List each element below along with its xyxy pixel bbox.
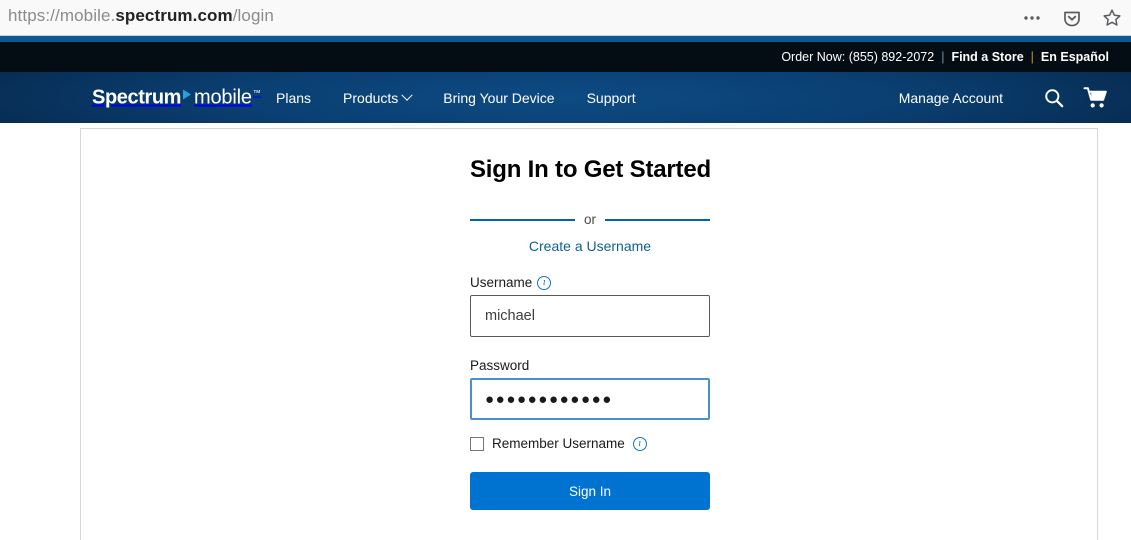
remember-username-checkbox[interactable] xyxy=(470,436,484,451)
browser-toolbar-icons xyxy=(1019,0,1125,36)
en-espanol-link[interactable]: En Español xyxy=(1041,50,1109,64)
password-label-text: Password xyxy=(470,358,530,373)
divider-line-right xyxy=(605,218,711,221)
username-label-text: Username xyxy=(470,275,533,290)
shopping-cart-icon[interactable] xyxy=(1075,72,1117,123)
or-label: or xyxy=(584,212,597,227)
url-path: /login xyxy=(232,6,274,25)
main-navigation-bar: Spectrum mobile ™ Plans Products Bring Y… xyxy=(0,72,1131,123)
signin-form: Sign In to Get Started or Create a Usern… xyxy=(470,129,711,510)
nav-item-plans[interactable]: Plans xyxy=(276,90,311,106)
password-label: Password xyxy=(470,358,710,373)
password-input[interactable] xyxy=(470,378,710,420)
logo-secondary-text: mobile xyxy=(194,86,252,108)
logo-play-arrow-icon xyxy=(183,89,192,99)
remember-username-row[interactable]: Remember Username ı xyxy=(470,436,710,451)
username-info-icon[interactable]: ı xyxy=(537,275,552,290)
bookmark-star-icon[interactable] xyxy=(1099,5,1125,31)
signin-card: Sign In to Get Started or Create a Usern… xyxy=(80,128,1098,540)
find-a-store-link[interactable]: Find a Store xyxy=(951,50,1023,64)
utility-separator-2: | xyxy=(1030,50,1034,64)
more-options-icon[interactable] xyxy=(1019,5,1045,31)
spectrum-mobile-logo[interactable]: Spectrum mobile ™ xyxy=(92,86,261,109)
nav-item-support-label: Support xyxy=(586,89,636,106)
order-now-link[interactable]: Order Now: (855) 892-2072 xyxy=(781,50,934,64)
utility-separator-1: | xyxy=(941,50,945,64)
nav-item-bring-your-device[interactable]: Bring Your Device xyxy=(443,90,554,106)
remember-username-info-icon[interactable]: ı xyxy=(632,436,647,451)
pocket-icon[interactable] xyxy=(1059,5,1085,31)
nav-item-plans-label: Plans xyxy=(276,89,312,106)
browser-url-bar[interactable]: https://mobile.spectrum.com/login xyxy=(0,0,1131,36)
nav-item-bring-your-device-label: Bring Your Device xyxy=(443,89,555,106)
chevron-down-icon xyxy=(401,89,413,101)
url-prefix: https://mobile. xyxy=(8,6,116,25)
nav-item-support[interactable]: Support xyxy=(587,90,636,106)
create-username-link[interactable]: Create a Username xyxy=(470,238,710,254)
url-host: spectrum.com xyxy=(115,6,233,25)
nav-item-products-label: Products xyxy=(343,89,399,106)
nav-right-group: Manage Account xyxy=(899,72,1131,123)
utility-bar: Order Now: (855) 892-2072 | Find a Store… xyxy=(0,42,1131,72)
manage-account-link[interactable]: Manage Account xyxy=(899,90,1003,106)
url-display[interactable]: https://mobile.spectrum.com/login xyxy=(8,6,274,26)
primary-nav-links: Plans Products Bring Your Device Support xyxy=(276,72,636,123)
logo-primary-text: Spectrum xyxy=(92,86,182,108)
search-icon[interactable] xyxy=(1033,72,1075,123)
sign-in-button[interactable]: Sign In xyxy=(470,472,710,510)
username-input[interactable] xyxy=(470,295,710,337)
or-divider: or xyxy=(470,212,711,227)
page-title: Sign In to Get Started xyxy=(470,156,711,183)
nav-item-products[interactable]: Products xyxy=(343,89,413,106)
divider-line-left xyxy=(470,218,575,221)
logo-trademark: ™ xyxy=(252,88,261,97)
username-label: Username ı xyxy=(470,275,710,290)
remember-username-label: Remember Username xyxy=(492,436,625,451)
